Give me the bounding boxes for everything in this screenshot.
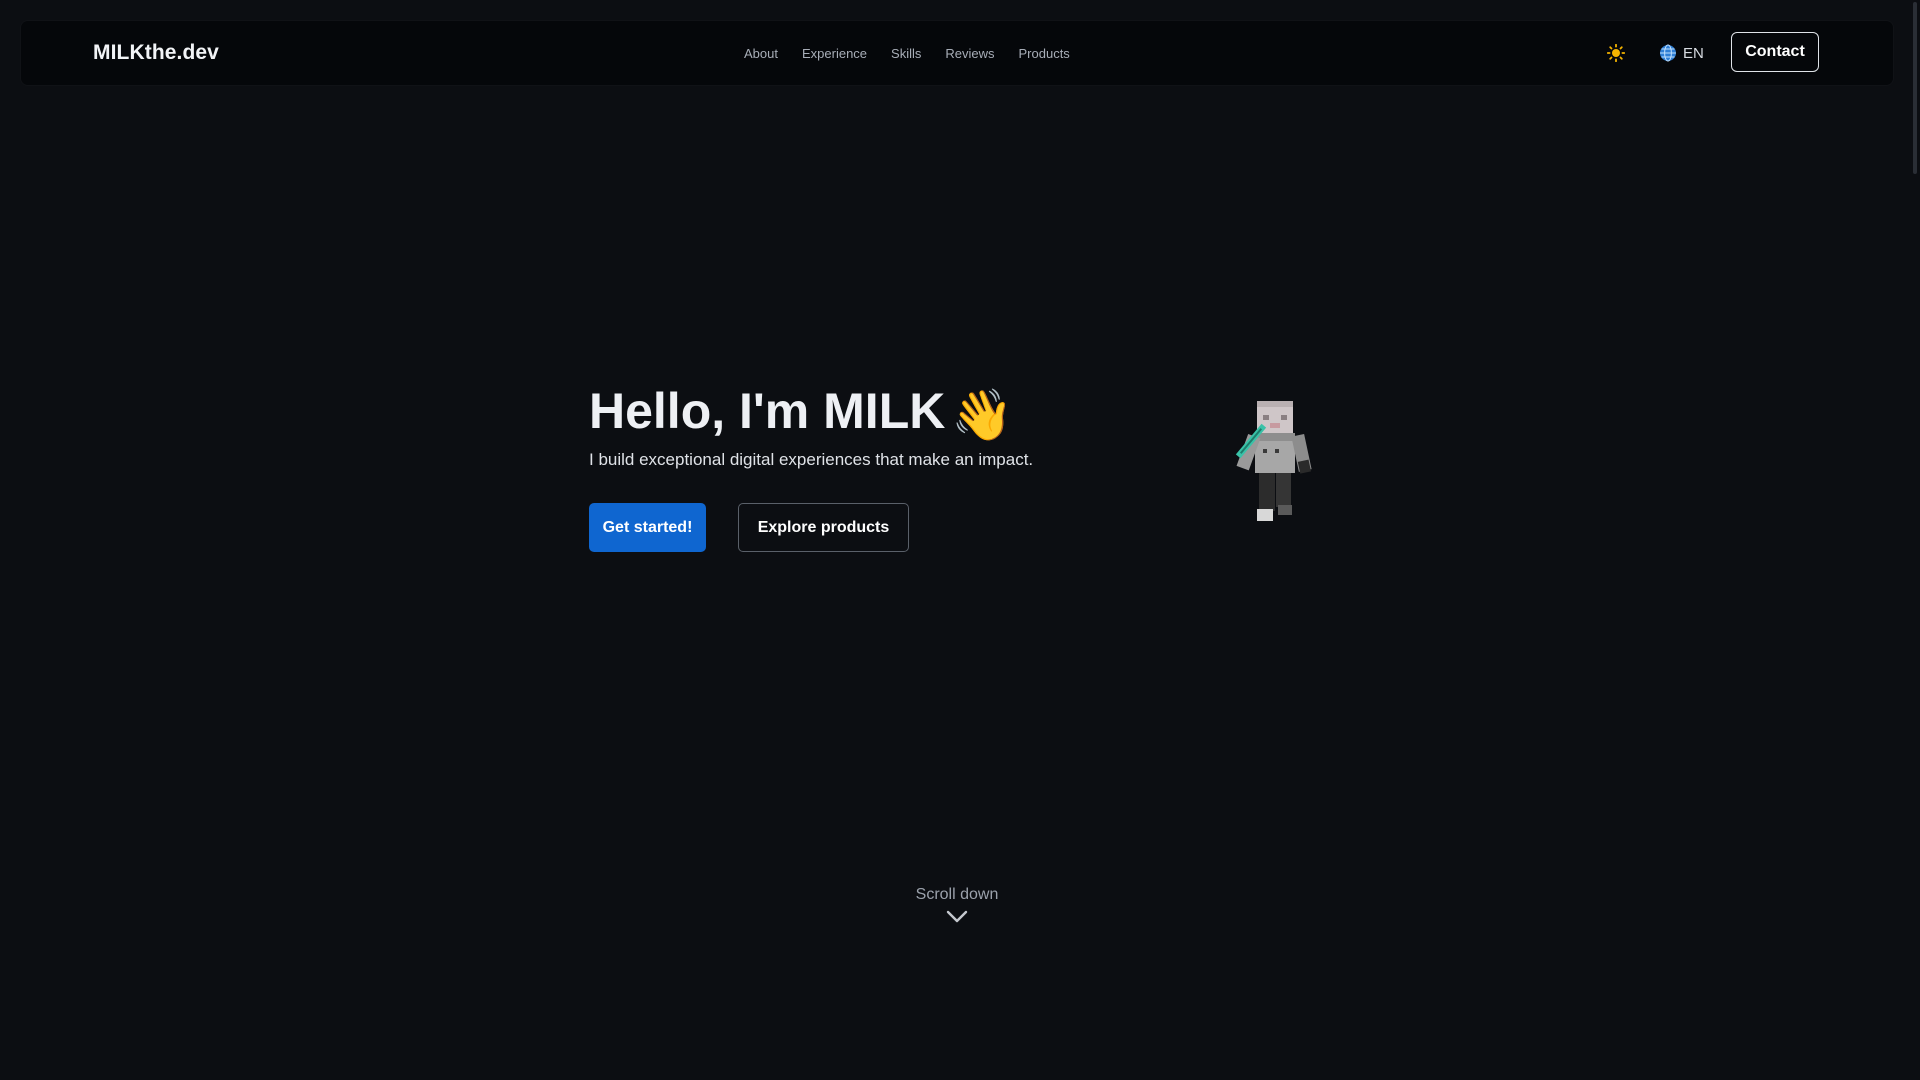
nav-link-products[interactable]: Products bbox=[1019, 46, 1070, 61]
get-started-button[interactable]: Get started! bbox=[589, 503, 706, 552]
sun-icon bbox=[1607, 44, 1625, 62]
navbar: MILKthe.dev About Experience Skills Revi… bbox=[21, 21, 1893, 85]
language-selector[interactable]: EN bbox=[1659, 41, 1704, 65]
hero-title: Hello, I'm MILK 👋 bbox=[589, 380, 1014, 446]
nav-links: About Experience Skills Reviews Products bbox=[744, 21, 1070, 85]
scroll-down-label: Scroll down bbox=[915, 886, 999, 903]
minecraft-character-icon bbox=[1235, 401, 1312, 521]
language-label: EN bbox=[1683, 44, 1704, 62]
globe-icon bbox=[1660, 44, 1676, 62]
chevron-down-icon bbox=[946, 910, 968, 923]
theme-toggle-button[interactable] bbox=[1604, 41, 1628, 65]
page: MILKthe.dev About Experience Skills Revi… bbox=[0, 0, 1920, 1080]
scroll-down-indicator[interactable]: Scroll down bbox=[900, 886, 1014, 924]
waving-hand-icon: 👋 bbox=[951, 386, 1014, 443]
nav-link-skills[interactable]: Skills bbox=[891, 46, 921, 61]
brand-logo[interactable]: MILKthe.dev bbox=[93, 21, 219, 85]
explore-products-button[interactable]: Explore products bbox=[738, 503, 909, 552]
hero-subtitle: I build exceptional digital experiences … bbox=[589, 450, 1034, 469]
nav-link-reviews[interactable]: Reviews bbox=[945, 46, 994, 61]
nav-link-experience[interactable]: Experience bbox=[802, 46, 867, 61]
hero-title-text: Hello, I'm MILK bbox=[589, 383, 946, 439]
nav-link-about[interactable]: About bbox=[744, 46, 778, 61]
scrollbar-thumb[interactable] bbox=[1913, 2, 1917, 174]
contact-button[interactable]: Contact bbox=[1731, 32, 1819, 72]
